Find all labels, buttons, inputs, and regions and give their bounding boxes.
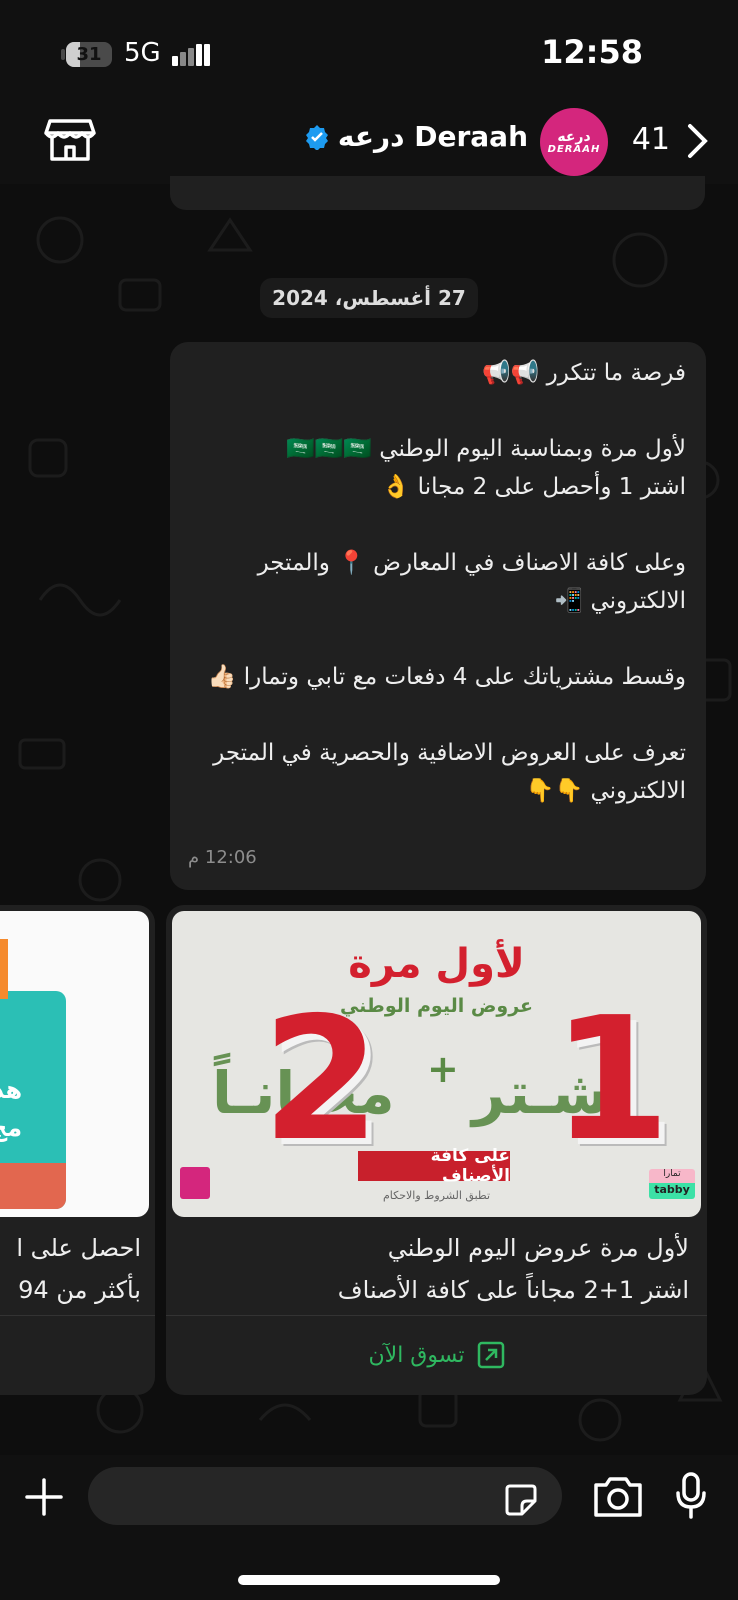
chat-title-group[interactable]: Deraah درعه <box>304 120 528 153</box>
message-composer <box>0 1455 738 1600</box>
avatar-logo-en: DERAAH <box>547 143 601 155</box>
previous-message-bubble <box>170 176 705 210</box>
message-line: لأول مرة وبمناسبة اليوم الوطني 🇸🇦🇸🇦🇸🇦 <box>286 436 686 462</box>
carousel-card-1[interactable]: لأول مرة عروض اليوم الوطني مجـانـاً اشـت… <box>166 905 707 1395</box>
message-line: وعلى كافة الاصناف في المعارض 📍 والمتجر ا… <box>250 550 686 614</box>
card-caption-line: اشتر 1+2 مجاناً على كافة الأصناف <box>337 1276 689 1304</box>
date-separator: 27 أغسطس، 2024 <box>260 278 478 318</box>
status-bar: 31 5G 12:58 <box>0 0 738 110</box>
plus-icon[interactable] <box>24 1477 64 1517</box>
message-bubble[interactable]: فرصة ما تتكرر 📢📢 لأول مرة وبمناسبة اليوم… <box>170 342 706 890</box>
card-caption-line: لأول مرة عروض اليوم الوطني <box>387 1234 689 1262</box>
home-indicator <box>238 1575 500 1585</box>
message-line: اشتر 1 وأحصل على 2 مجانا 👌 <box>381 474 686 500</box>
card-caption: لأول مرة عروض اليوم الوطني اشتر 1+2 مجان… <box>338 1227 689 1311</box>
promo-terms: تطبق الشروط والاحكام <box>382 1189 491 1202</box>
card-caption-line: احصل على ا <box>16 1234 141 1262</box>
tamara-label: تمارا <box>649 1169 695 1183</box>
avatar-logo-ar: درعه <box>557 128 591 145</box>
promo-number-buy: 1 <box>552 981 671 1179</box>
camera-icon[interactable] <box>592 1475 644 1519</box>
battery-indicator: 31 <box>66 42 112 67</box>
back-chevron-icon[interactable] <box>686 122 710 160</box>
shop-now-label: تسوق الآن <box>368 1342 465 1368</box>
card-divider <box>166 1315 707 1316</box>
tabby-label: tabby <box>649 1183 695 1199</box>
status-time: 12:58 <box>541 33 643 71</box>
network-type: 5G <box>124 38 161 68</box>
unread-count[interactable]: 41 <box>632 122 670 157</box>
store-icon[interactable] <box>44 118 96 162</box>
shop-now-button[interactable]: تسوق الآن <box>166 1320 707 1390</box>
card-caption: احصل على ا بأكثر من 94 <box>16 1227 141 1311</box>
battery-percent: 31 <box>76 44 102 65</box>
signal-icon <box>172 44 212 66</box>
sticker-icon[interactable] <box>504 1483 538 1517</box>
microphone-icon[interactable] <box>674 1471 708 1521</box>
promo-plus: + <box>427 1047 459 1091</box>
brand-logo <box>180 1167 210 1199</box>
verified-badge-icon <box>305 124 328 150</box>
side-promo-bottom <box>0 1163 66 1209</box>
carousel-card-2[interactable]: هد مج احصل على ا بأكثر من 94 <box>0 905 155 1395</box>
promo-all-categories: على كافة الأصناف <box>358 1146 510 1186</box>
message-time: 12:06 م <box>188 847 257 868</box>
tabby-tamara-logo: تمارا tabby <box>649 1169 695 1203</box>
side-promo-text: هد مج <box>0 1076 23 1142</box>
card-image[interactable]: لأول مرة عروض اليوم الوطني مجـانـاً اشـت… <box>172 911 701 1217</box>
message-line: وقسط مشترياتك على 4 دفعات مع تابي وتمارا… <box>207 664 686 690</box>
card-divider <box>0 1315 155 1316</box>
message-line: تعرف على العروض الاضافية والحصرية في الم… <box>205 740 686 804</box>
chat-header: Deraah درعه درعه DERAAH 41 <box>0 100 738 184</box>
battery-nub <box>61 49 65 60</box>
chat-title: Deraah درعه <box>337 120 528 153</box>
card-image[interactable]: هد مج <box>0 911 149 1217</box>
card-caption-line: بأكثر من 94 <box>18 1276 141 1304</box>
external-link-icon <box>477 1341 504 1369</box>
avatar[interactable]: درعه DERAAH <box>540 108 608 176</box>
message-line: فرصة ما تتكرر 📢📢 <box>482 360 686 386</box>
message-input[interactable] <box>88 1467 562 1525</box>
side-promo-accent <box>0 939 8 999</box>
